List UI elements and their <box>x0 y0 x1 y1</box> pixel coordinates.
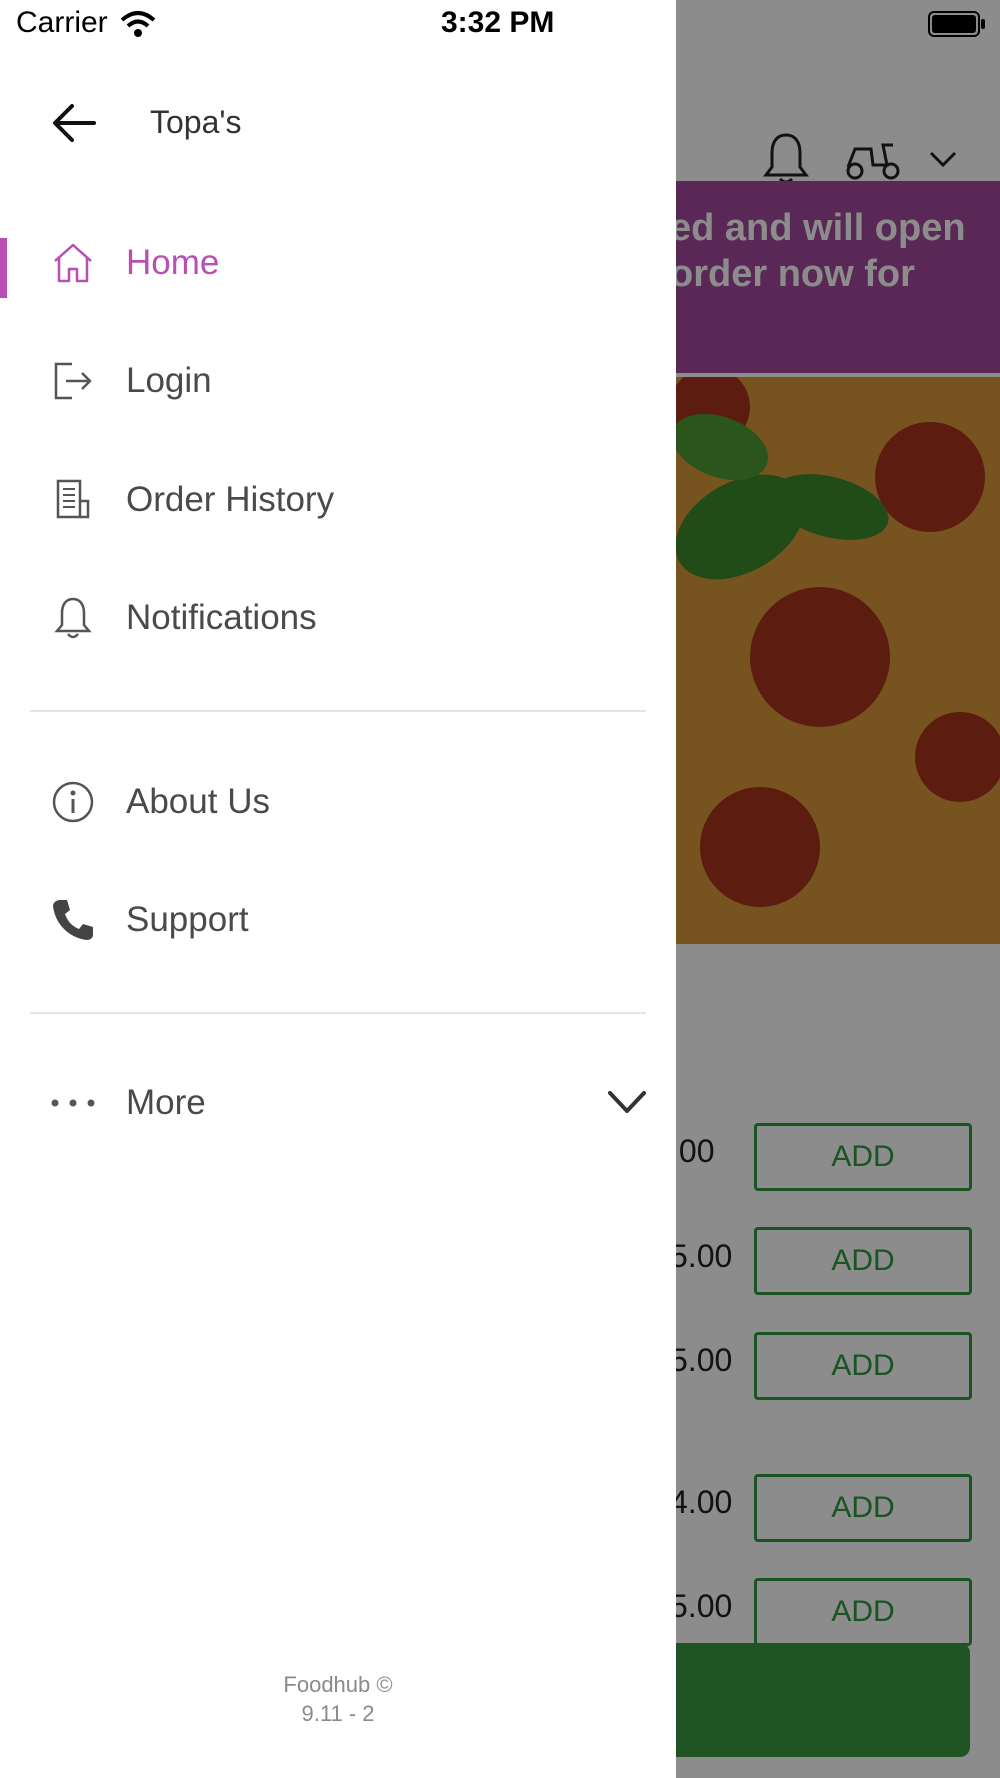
chevron-down-icon[interactable] <box>606 1087 648 1117</box>
receipt-icon <box>56 479 90 519</box>
menu-label-about-us: About Us <box>126 782 270 821</box>
divider <box>30 710 646 712</box>
menu-label-more: More <box>126 1083 206 1122</box>
menu-item-home[interactable]: Home <box>0 213 676 313</box>
carrier-label: Carrier <box>16 6 108 39</box>
bell-icon <box>54 597 92 639</box>
clock: 3:32 PM <box>441 6 555 39</box>
back-arrow-icon[interactable] <box>50 100 100 146</box>
menu-label-support: Support <box>126 900 249 939</box>
more-dots-icon <box>51 1099 95 1107</box>
store-name: Topa's <box>150 104 242 140</box>
menu-label-home: Home <box>126 243 220 282</box>
footer-brand: Foodhub © <box>283 1672 393 1697</box>
menu-label-order-history: Order History <box>126 480 335 519</box>
info-icon <box>52 781 94 823</box>
menu-item-about-us[interactable]: About Us <box>0 752 676 852</box>
active-indicator <box>0 238 7 298</box>
home-icon <box>54 243 92 283</box>
phone-icon <box>53 900 93 940</box>
footer-version: 9.11 - 2 <box>301 1701 375 1726</box>
navigation-drawer: Carrier 3:32 PM Topa's Home Login Order … <box>0 0 676 1778</box>
wifi-icon <box>120 11 156 37</box>
divider <box>30 1012 646 1014</box>
menu-label-login: Login <box>126 361 212 400</box>
menu-item-notifications[interactable]: Notifications <box>0 568 676 668</box>
menu-item-order-history[interactable]: Order History <box>0 450 676 550</box>
battery-icon <box>928 11 985 37</box>
menu-item-login[interactable]: Login <box>0 331 676 431</box>
login-icon <box>54 362 92 400</box>
menu-item-support[interactable]: Support <box>0 870 676 970</box>
menu-item-more[interactable]: More <box>0 1053 676 1153</box>
menu-label-notifications: Notifications <box>126 598 317 637</box>
